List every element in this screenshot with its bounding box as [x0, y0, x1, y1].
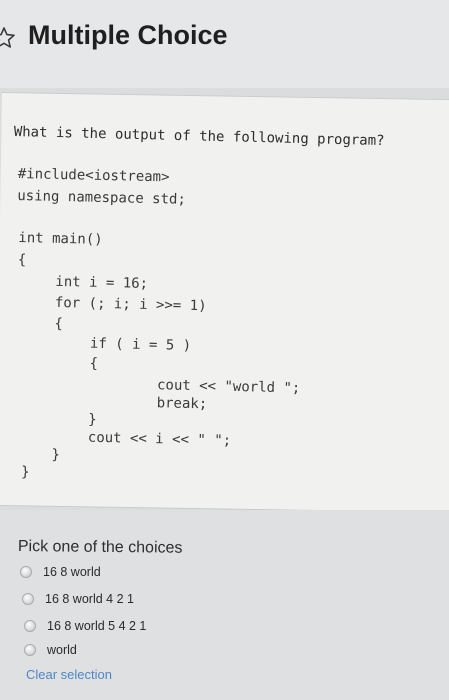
clear-selection-link[interactable]: Clear selection: [26, 667, 112, 682]
choice-option-3[interactable]: 16 8 world 5 4 2 1: [24, 617, 146, 635]
choices-heading: Pick one of the choices: [17, 538, 183, 557]
choice-label: 16 8 world: [43, 565, 101, 579]
code-line: {: [54, 315, 64, 333]
code-line: cout << "world ";: [156, 377, 301, 397]
page-header: Multiple Choice: [0, 0, 449, 88]
code-line: {: [89, 355, 99, 372]
code-line: if ( i = 5 ): [89, 335, 192, 354]
code-line: int main(): [18, 230, 103, 248]
code-line: cout << i << " ";: [87, 429, 232, 449]
code-line: #include<iostream>: [17, 166, 170, 186]
radio-button[interactable]: [22, 593, 34, 605]
code-line: {: [17, 252, 27, 269]
page-title: Multiple Choice: [28, 20, 228, 50]
code-line: }: [88, 411, 97, 428]
code-line: for (; i; i >>= 1): [54, 294, 207, 315]
choice-option-1[interactable]: 16 8 world: [20, 563, 101, 581]
code-line: int i = 16;: [55, 273, 149, 292]
choice-label: 16 8 world 5 4 2 1: [47, 619, 147, 633]
choice-option-2[interactable]: 16 8 world 4 2 1: [22, 590, 134, 608]
choice-label: world: [47, 643, 77, 657]
choice-option-4[interactable]: world: [24, 641, 77, 659]
radio-button[interactable]: [20, 566, 32, 578]
star-icon[interactable]: [0, 26, 16, 50]
radio-button[interactable]: [24, 644, 36, 656]
choice-label: 16 8 world 4 2 1: [45, 592, 134, 606]
code-line: break;: [156, 395, 208, 413]
radio-button[interactable]: [24, 620, 36, 632]
code-line: }: [20, 464, 30, 481]
code-line: }: [51, 446, 61, 464]
